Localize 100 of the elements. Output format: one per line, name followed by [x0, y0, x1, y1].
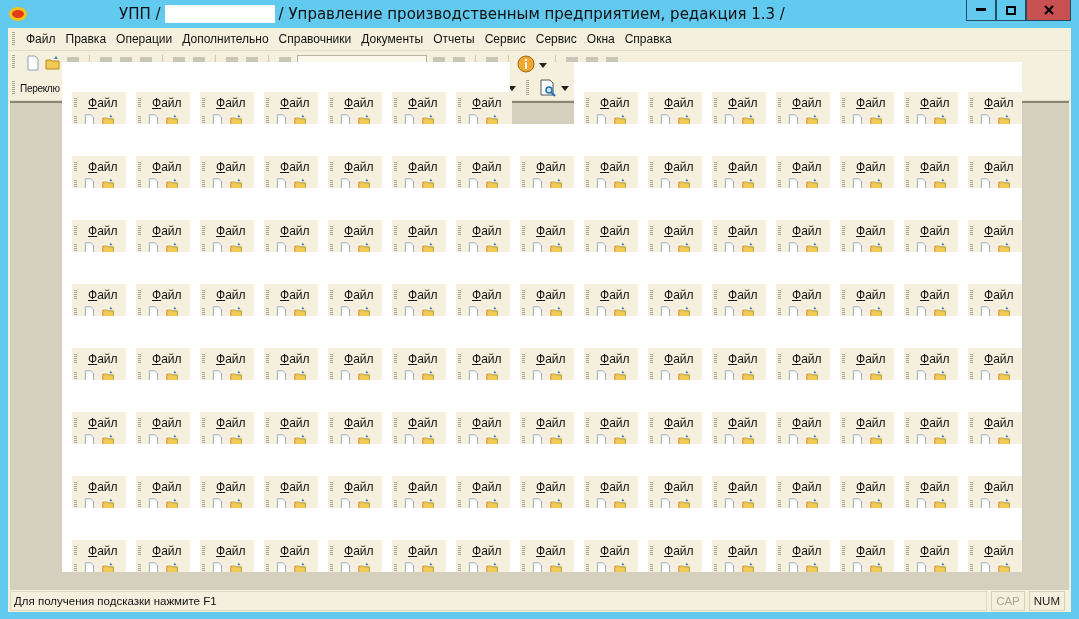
- menu-item[interactable]: Сервис: [530, 32, 582, 46]
- folder-icon[interactable]: [166, 114, 179, 124]
- toolbar-icon[interactable]: [138, 55, 154, 62]
- menu-item[interactable]: Файл: [472, 96, 502, 110]
- folder-icon[interactable]: [742, 562, 755, 572]
- document-icon[interactable]: [915, 370, 928, 380]
- folder-icon[interactable]: [742, 306, 755, 316]
- folder-icon[interactable]: [614, 498, 627, 508]
- menu-item[interactable]: Файл: [216, 96, 246, 110]
- document-icon[interactable]: [211, 434, 224, 444]
- document-icon[interactable]: [403, 306, 416, 316]
- folder-icon[interactable]: [998, 306, 1011, 316]
- menu-item[interactable]: Файл: [152, 96, 182, 110]
- folder-icon[interactable]: [998, 114, 1011, 124]
- menu-item[interactable]: Файл: [88, 544, 118, 558]
- toolbar-icon[interactable]: [451, 55, 467, 62]
- folder-icon[interactable]: [806, 370, 819, 380]
- menu-item[interactable]: Файл: [408, 352, 438, 366]
- menu-item[interactable]: Файл: [728, 480, 758, 494]
- document-icon[interactable]: [659, 370, 672, 380]
- menu-item[interactable]: Файл: [728, 96, 758, 110]
- document-icon[interactable]: [339, 370, 352, 380]
- toolbar-icon[interactable]: [277, 55, 293, 62]
- document-icon[interactable]: [595, 178, 608, 188]
- folder-icon[interactable]: [742, 114, 755, 124]
- folder-icon[interactable]: [102, 178, 115, 188]
- document-icon[interactable]: [531, 370, 544, 380]
- folder-icon[interactable]: [614, 242, 627, 252]
- menu-item[interactable]: Файл: [88, 288, 118, 302]
- menu-item[interactable]: Файл: [792, 544, 822, 558]
- folder-icon[interactable]: [358, 562, 371, 572]
- menu-item[interactable]: Файл: [600, 224, 630, 238]
- folder-icon[interactable]: [486, 242, 499, 252]
- menu-item[interactable]: Файл: [792, 96, 822, 110]
- menu-item[interactable]: Файл: [664, 160, 694, 174]
- document-icon[interactable]: [915, 242, 928, 252]
- menu-item[interactable]: Файл: [472, 160, 502, 174]
- folder-icon[interactable]: [678, 498, 691, 508]
- document-icon[interactable]: [83, 114, 96, 124]
- folder-icon[interactable]: [870, 434, 883, 444]
- document-icon[interactable]: [787, 306, 800, 316]
- menu-item[interactable]: Файл: [536, 160, 566, 174]
- folder-icon[interactable]: [998, 178, 1011, 188]
- menu-item[interactable]: Файл: [792, 288, 822, 302]
- document-icon[interactable]: [915, 498, 928, 508]
- menu-item[interactable]: Файл: [408, 480, 438, 494]
- document-icon[interactable]: [467, 242, 480, 252]
- menu-item[interactable]: Файл: [600, 96, 630, 110]
- folder-icon[interactable]: [614, 562, 627, 572]
- document-icon[interactable]: [403, 242, 416, 252]
- document-icon[interactable]: [211, 370, 224, 380]
- document-icon[interactable]: [851, 498, 864, 508]
- menu-item[interactable]: Файл: [216, 352, 246, 366]
- folder-icon[interactable]: [422, 434, 435, 444]
- document-icon[interactable]: [723, 434, 736, 444]
- folder-icon[interactable]: [742, 498, 755, 508]
- folder-icon[interactable]: [102, 370, 115, 380]
- folder-icon[interactable]: [678, 178, 691, 188]
- document-icon[interactable]: [25, 55, 41, 71]
- menu-item[interactable]: Файл: [920, 544, 950, 558]
- menu-item[interactable]: Файл: [920, 288, 950, 302]
- folder-icon[interactable]: [486, 306, 499, 316]
- menu-item[interactable]: Файл: [664, 544, 694, 558]
- folder-icon[interactable]: [934, 178, 947, 188]
- folder-icon[interactable]: [806, 498, 819, 508]
- folder-icon[interactable]: [358, 434, 371, 444]
- folder-icon[interactable]: [806, 434, 819, 444]
- document-icon[interactable]: [595, 562, 608, 572]
- folder-icon[interactable]: [550, 242, 563, 252]
- toolbar-icon[interactable]: [98, 55, 114, 62]
- menu-item[interactable]: Файл: [536, 416, 566, 430]
- toolbar-icon[interactable]: [171, 55, 187, 62]
- folder-icon[interactable]: [230, 562, 243, 572]
- document-icon[interactable]: [979, 370, 992, 380]
- menu-item[interactable]: Файл: [344, 288, 374, 302]
- menu-item[interactable]: Отчеты: [428, 32, 480, 46]
- toolbar-icon[interactable]: [118, 55, 134, 62]
- menu-item[interactable]: Файл: [216, 288, 246, 302]
- document-icon[interactable]: [211, 242, 224, 252]
- folder-icon[interactable]: [678, 306, 691, 316]
- document-icon[interactable]: [467, 370, 480, 380]
- folder-icon[interactable]: [550, 498, 563, 508]
- document-icon[interactable]: [787, 370, 800, 380]
- folder-icon[interactable]: [166, 370, 179, 380]
- menu-item[interactable]: Файл: [408, 160, 438, 174]
- folder-icon[interactable]: [550, 562, 563, 572]
- close-button[interactable]: [1026, 0, 1071, 21]
- minimize-button[interactable]: [966, 0, 996, 21]
- menu-item[interactable]: Файл: [216, 544, 246, 558]
- folder-icon[interactable]: [230, 370, 243, 380]
- menu-item[interactable]: Файл: [216, 416, 246, 430]
- menu-item[interactable]: Файл: [280, 288, 310, 302]
- menu-item[interactable]: Файл: [856, 480, 886, 494]
- document-icon[interactable]: [83, 434, 96, 444]
- document-icon[interactable]: [915, 434, 928, 444]
- menu-item[interactable]: Файл: [536, 480, 566, 494]
- document-icon[interactable]: [915, 178, 928, 188]
- menu-item[interactable]: Файл: [728, 160, 758, 174]
- menu-item[interactable]: Файл: [984, 544, 1014, 558]
- folder-icon[interactable]: [998, 434, 1011, 444]
